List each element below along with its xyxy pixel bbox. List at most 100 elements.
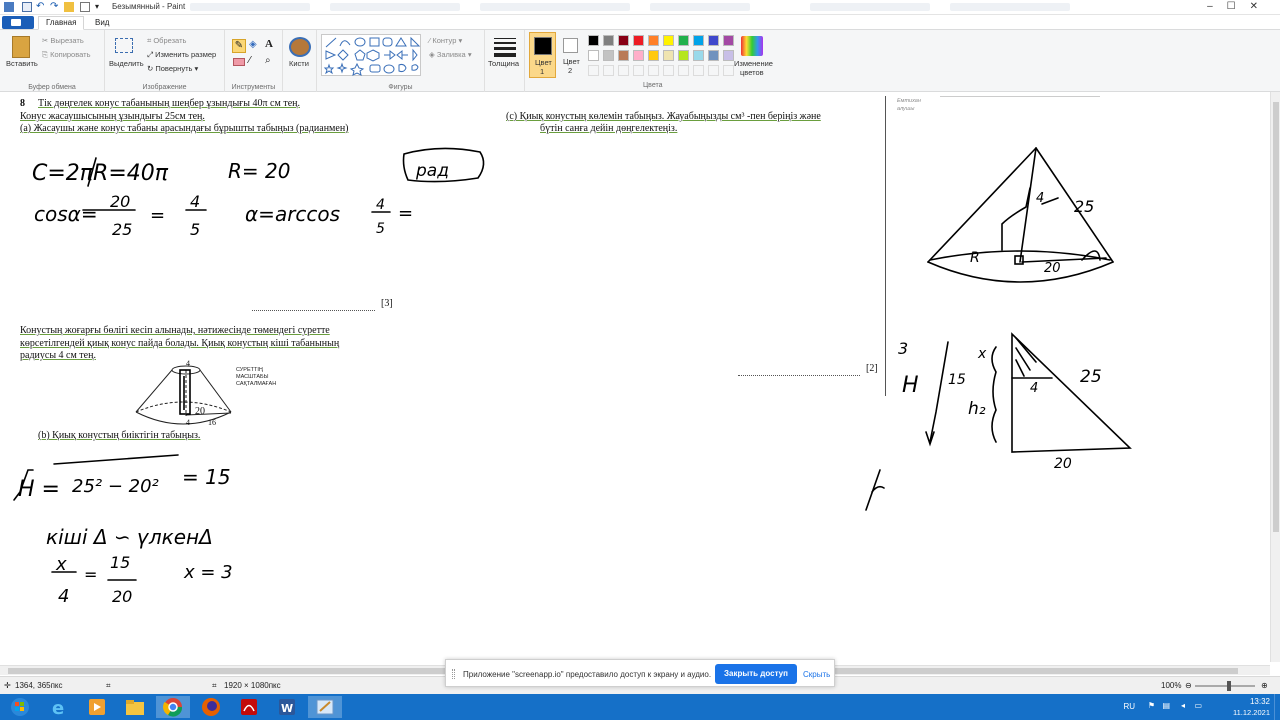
eraser-icon[interactable] — [233, 58, 245, 66]
file-menu-button[interactable] — [2, 16, 34, 29]
thickness-button[interactable]: Толщина — [488, 59, 519, 68]
color-swatch[interactable] — [633, 35, 644, 46]
custom-color-slot[interactable] — [633, 65, 644, 76]
hide-link[interactable]: Скрыть — [803, 670, 830, 679]
tray-flag-icon[interactable]: ⚑ — [1148, 701, 1155, 710]
color-swatch[interactable] — [693, 35, 704, 46]
color-swatch[interactable] — [603, 50, 614, 61]
custom-color-slot[interactable] — [648, 65, 659, 76]
zoom-out-icon[interactable]: ⊖ — [1185, 681, 1192, 690]
clock-time[interactable]: 13:32 — [1210, 697, 1270, 706]
redo-icon[interactable]: ↷ — [50, 2, 60, 12]
ie-icon[interactable]: e — [42, 696, 76, 719]
hw-cone-4: 4 — [1036, 191, 1044, 206]
color-swatch[interactable] — [678, 35, 689, 46]
brushes-button[interactable]: Кисти — [289, 59, 309, 68]
pencil-icon[interactable]: ✎ — [232, 39, 246, 53]
paste-icon[interactable] — [12, 36, 30, 58]
color-swatch[interactable] — [633, 50, 644, 61]
color-swatch[interactable] — [618, 50, 629, 61]
shapes-gallery[interactable] — [321, 34, 421, 76]
color-swatch[interactable] — [723, 50, 734, 61]
color-swatch[interactable] — [708, 50, 719, 61]
color-swatch[interactable] — [693, 50, 704, 61]
shapes-group: ⁄ Контур ▾ ◈ Заливка ▾ Фигуры — [317, 30, 485, 92]
custom-color-slot[interactable] — [603, 65, 614, 76]
crop-button[interactable]: ⌗ Обрезать — [147, 36, 186, 46]
color-swatch[interactable] — [648, 35, 659, 46]
outline-button[interactable]: ⁄ Контур ▾ — [429, 36, 462, 45]
acrobat-icon[interactable] — [232, 696, 266, 718]
custom-color-slot[interactable] — [723, 65, 734, 76]
drag-grip-icon[interactable] — [452, 669, 455, 679]
magnifier-icon[interactable]: ⌕ — [265, 55, 277, 67]
color-swatch[interactable] — [723, 35, 734, 46]
tray-keyboard-icon[interactable]: ▭ — [1194, 701, 1202, 710]
color-swatch[interactable] — [663, 50, 674, 61]
chrome-icon[interactable] — [156, 696, 190, 718]
brush-icon[interactable] — [289, 37, 311, 57]
color-swatch[interactable] — [603, 35, 614, 46]
new-icon[interactable] — [80, 2, 90, 12]
media-player-icon[interactable] — [80, 696, 114, 718]
resize-button[interactable]: ⤢ Изменить размер — [147, 50, 216, 60]
copy-button[interactable]: ⎘ Копировать — [42, 50, 90, 60]
color1-button[interactable]: Цвет 1 — [529, 32, 556, 78]
tab-home[interactable]: Главная — [38, 16, 85, 30]
cut-button[interactable]: ✂ Вырезать — [42, 36, 84, 45]
word-icon[interactable]: W — [270, 696, 304, 718]
color-picker-icon[interactable]: ⁄ — [249, 55, 261, 67]
zoom-slider-thumb[interactable] — [1227, 681, 1231, 691]
colors-group-label: Цвета — [643, 82, 663, 89]
color-swatch[interactable] — [678, 50, 689, 61]
start-button[interactable] — [2, 696, 38, 718]
select-button[interactable]: Выделить — [109, 59, 144, 68]
color2-button[interactable]: Цвет 2 — [558, 32, 585, 78]
custom-color-slot[interactable] — [678, 65, 689, 76]
image-group-label: Изображение — [142, 84, 187, 91]
show-desktop-button[interactable] — [1274, 694, 1280, 720]
color-swatch[interactable] — [618, 35, 629, 46]
custom-color-slot[interactable] — [708, 65, 719, 76]
custom-color-slot[interactable] — [618, 65, 629, 76]
rotate-button[interactable]: ↻ Повернуть ▾ — [147, 64, 198, 73]
zoom-in-icon[interactable]: ⊕ — [1261, 681, 1268, 690]
paint-app-icon[interactable] — [4, 2, 14, 12]
hw-rad: рад — [415, 161, 449, 181]
edit-colors-label1[interactable]: Изменение — [734, 59, 773, 68]
fill-icon[interactable]: ◈ — [249, 39, 261, 51]
stop-sharing-button[interactable]: Закрыть доступ — [715, 664, 797, 684]
select-icon[interactable] — [115, 38, 133, 53]
edit-colors-icon[interactable] — [741, 36, 763, 56]
customize-qa-icon[interactable]: ▾ — [95, 2, 105, 12]
tray-volume-icon[interactable]: ◂ — [1181, 701, 1185, 710]
edit-colors-label2[interactable]: цветов — [740, 68, 764, 77]
text-tool-icon[interactable]: A — [265, 38, 277, 50]
tab-view[interactable]: Вид — [88, 17, 116, 28]
hw-circumference: C=2πR=40π — [32, 161, 169, 186]
folder-icon[interactable] — [64, 2, 74, 12]
color-swatch[interactable] — [708, 35, 719, 46]
vertical-scrollbar[interactable] — [1270, 92, 1280, 662]
custom-color-slot[interactable] — [663, 65, 674, 76]
color-swatch[interactable] — [648, 50, 659, 61]
paint-taskbar-icon[interactable] — [308, 696, 342, 718]
hw-frac1-num: 20 — [110, 192, 130, 211]
firefox-icon[interactable] — [194, 696, 228, 718]
save-icon[interactable] — [22, 2, 32, 12]
undo-icon[interactable]: ↶ — [36, 2, 46, 12]
custom-color-slot[interactable] — [693, 65, 704, 76]
thickness-icon[interactable] — [494, 38, 516, 57]
custom-color-slot[interactable] — [588, 65, 599, 76]
color-swatch[interactable] — [588, 35, 599, 46]
tray-network-icon[interactable]: ▤ — [1162, 701, 1170, 710]
window-controls[interactable]: –☐✕ — [1207, 1, 1272, 12]
clock-date[interactable]: 11.12.2021 — [1210, 708, 1270, 717]
color-swatch[interactable] — [588, 50, 599, 61]
paste-button[interactable]: Вставить — [6, 59, 38, 68]
color-swatch[interactable] — [663, 35, 674, 46]
explorer-icon[interactable] — [118, 696, 152, 718]
fill-button[interactable]: ◈ Заливка ▾ — [429, 50, 472, 59]
zoom-slider[interactable] — [1195, 685, 1255, 687]
language-indicator[interactable]: RU — [1123, 702, 1135, 711]
